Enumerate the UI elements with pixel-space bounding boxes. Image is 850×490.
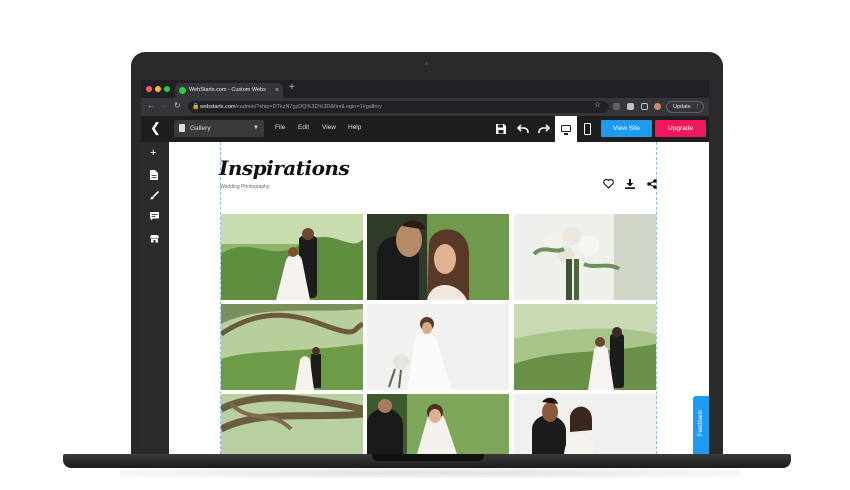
lock-icon: 🔒 (192, 104, 200, 110)
window-maximize-dot[interactable] (164, 86, 170, 92)
menu-file[interactable]: File (275, 124, 285, 131)
undo-icon[interactable] (517, 124, 529, 134)
desktop-view-button[interactable] (555, 116, 577, 143)
gallery-photo[interactable] (514, 214, 656, 300)
window-close-dot[interactable] (146, 86, 152, 92)
browser-tab[interactable]: WebStarts.com - Custom Webs × (175, 83, 283, 98)
chevron-down-icon: ▼ (253, 125, 259, 131)
laptop-camera (425, 62, 428, 65)
browser-tab-strip: WebStarts.com - Custom Webs × + (141, 80, 709, 98)
profile-avatar-icon[interactable] (654, 103, 661, 110)
feedback-label: Feedback (698, 409, 704, 437)
feedback-tab[interactable]: Feedback (693, 396, 709, 454)
url-input[interactable]: 🔒 webstarts.com/cadmin/?ship=DTkzN7gzDQ%… (188, 101, 609, 113)
tool-rail: + (141, 142, 169, 454)
view-site-button[interactable]: View Site (601, 120, 652, 137)
heart-icon[interactable] (603, 179, 614, 189)
plus-icon[interactable]: + (150, 148, 156, 159)
gallery-photo[interactable] (367, 304, 509, 390)
extension-icon[interactable] (613, 103, 620, 110)
menu-help[interactable]: Help (348, 124, 361, 131)
cast-icon[interactable] (641, 103, 648, 110)
chevron-left-icon[interactable]: ❮ (150, 121, 161, 135)
site-title[interactable]: Inspirations (219, 156, 350, 180)
browser-address-bar: ← → ↻ 🔒 webstarts.com/cadmin/?ship=DTkzN… (141, 98, 709, 116)
brush-icon[interactable] (150, 191, 159, 200)
url-domain: webstarts.com (200, 104, 236, 110)
page-select[interactable]: Gallery ▼ (174, 120, 264, 137)
webstarts-favicon-icon (179, 87, 186, 94)
gallery-photo[interactable] (221, 394, 363, 454)
tab-title: WebStarts.com - Custom Webs (189, 87, 266, 93)
page-select-value: Gallery (190, 125, 211, 132)
menu-edit[interactable]: Edit (298, 124, 309, 131)
menu-view[interactable]: View (322, 124, 336, 131)
more-vert-icon: ⋮ (694, 104, 701, 110)
mobile-icon[interactable] (584, 123, 591, 135)
desktop-icon-stand (564, 133, 568, 135)
update-label: Update (673, 104, 691, 110)
forward-arrow-icon[interactable]: → (160, 101, 168, 110)
laptop-shadow (120, 468, 740, 478)
redo-icon[interactable] (538, 124, 550, 134)
download-icon[interactable] (625, 179, 635, 189)
share-icon[interactable] (647, 179, 657, 189)
gallery-photo[interactable] (367, 394, 509, 454)
gallery-photo[interactable] (221, 214, 363, 300)
upgrade-button[interactable]: Upgrade (655, 120, 706, 137)
page-doc-icon (179, 124, 185, 132)
laptop-screen: WebStarts.com - Custom Webs × + ← → ↻ 🔒 … (141, 80, 709, 454)
gallery-photo[interactable] (514, 304, 656, 390)
page-icon[interactable] (150, 170, 158, 180)
new-tab-icon[interactable]: + (289, 82, 295, 93)
save-icon[interactable] (495, 123, 507, 135)
window-minimize-dot[interactable] (155, 86, 161, 92)
desktop-icon (561, 125, 571, 132)
laptop-notch (372, 454, 484, 461)
editor-canvas[interactable]: Inspirations Wedding Photography (169, 142, 709, 454)
back-arrow-icon[interactable]: ← (147, 101, 155, 110)
gallery-photo[interactable] (514, 394, 656, 454)
gallery-photo[interactable] (221, 304, 363, 390)
gallery-photo[interactable] (367, 214, 509, 300)
bookmark-star-icon[interactable]: ☆ (594, 100, 601, 109)
editor-toolbar: ❮ Gallery ▼ File Edit View Help View Sit… (141, 116, 709, 143)
comment-icon[interactable] (150, 212, 159, 221)
reload-icon[interactable]: ↻ (174, 101, 181, 110)
url-path: /cadmin/?ship=DTkzN7gzDQ%3D%3D&firstLogi… (235, 104, 382, 110)
store-icon[interactable] (150, 234, 159, 243)
tab-close-icon[interactable]: × (275, 83, 279, 98)
site-subtitle[interactable]: Wedding Photography (220, 184, 269, 190)
puzzle-icon[interactable] (627, 103, 634, 110)
update-button[interactable]: Update ⋮ (666, 101, 704, 113)
